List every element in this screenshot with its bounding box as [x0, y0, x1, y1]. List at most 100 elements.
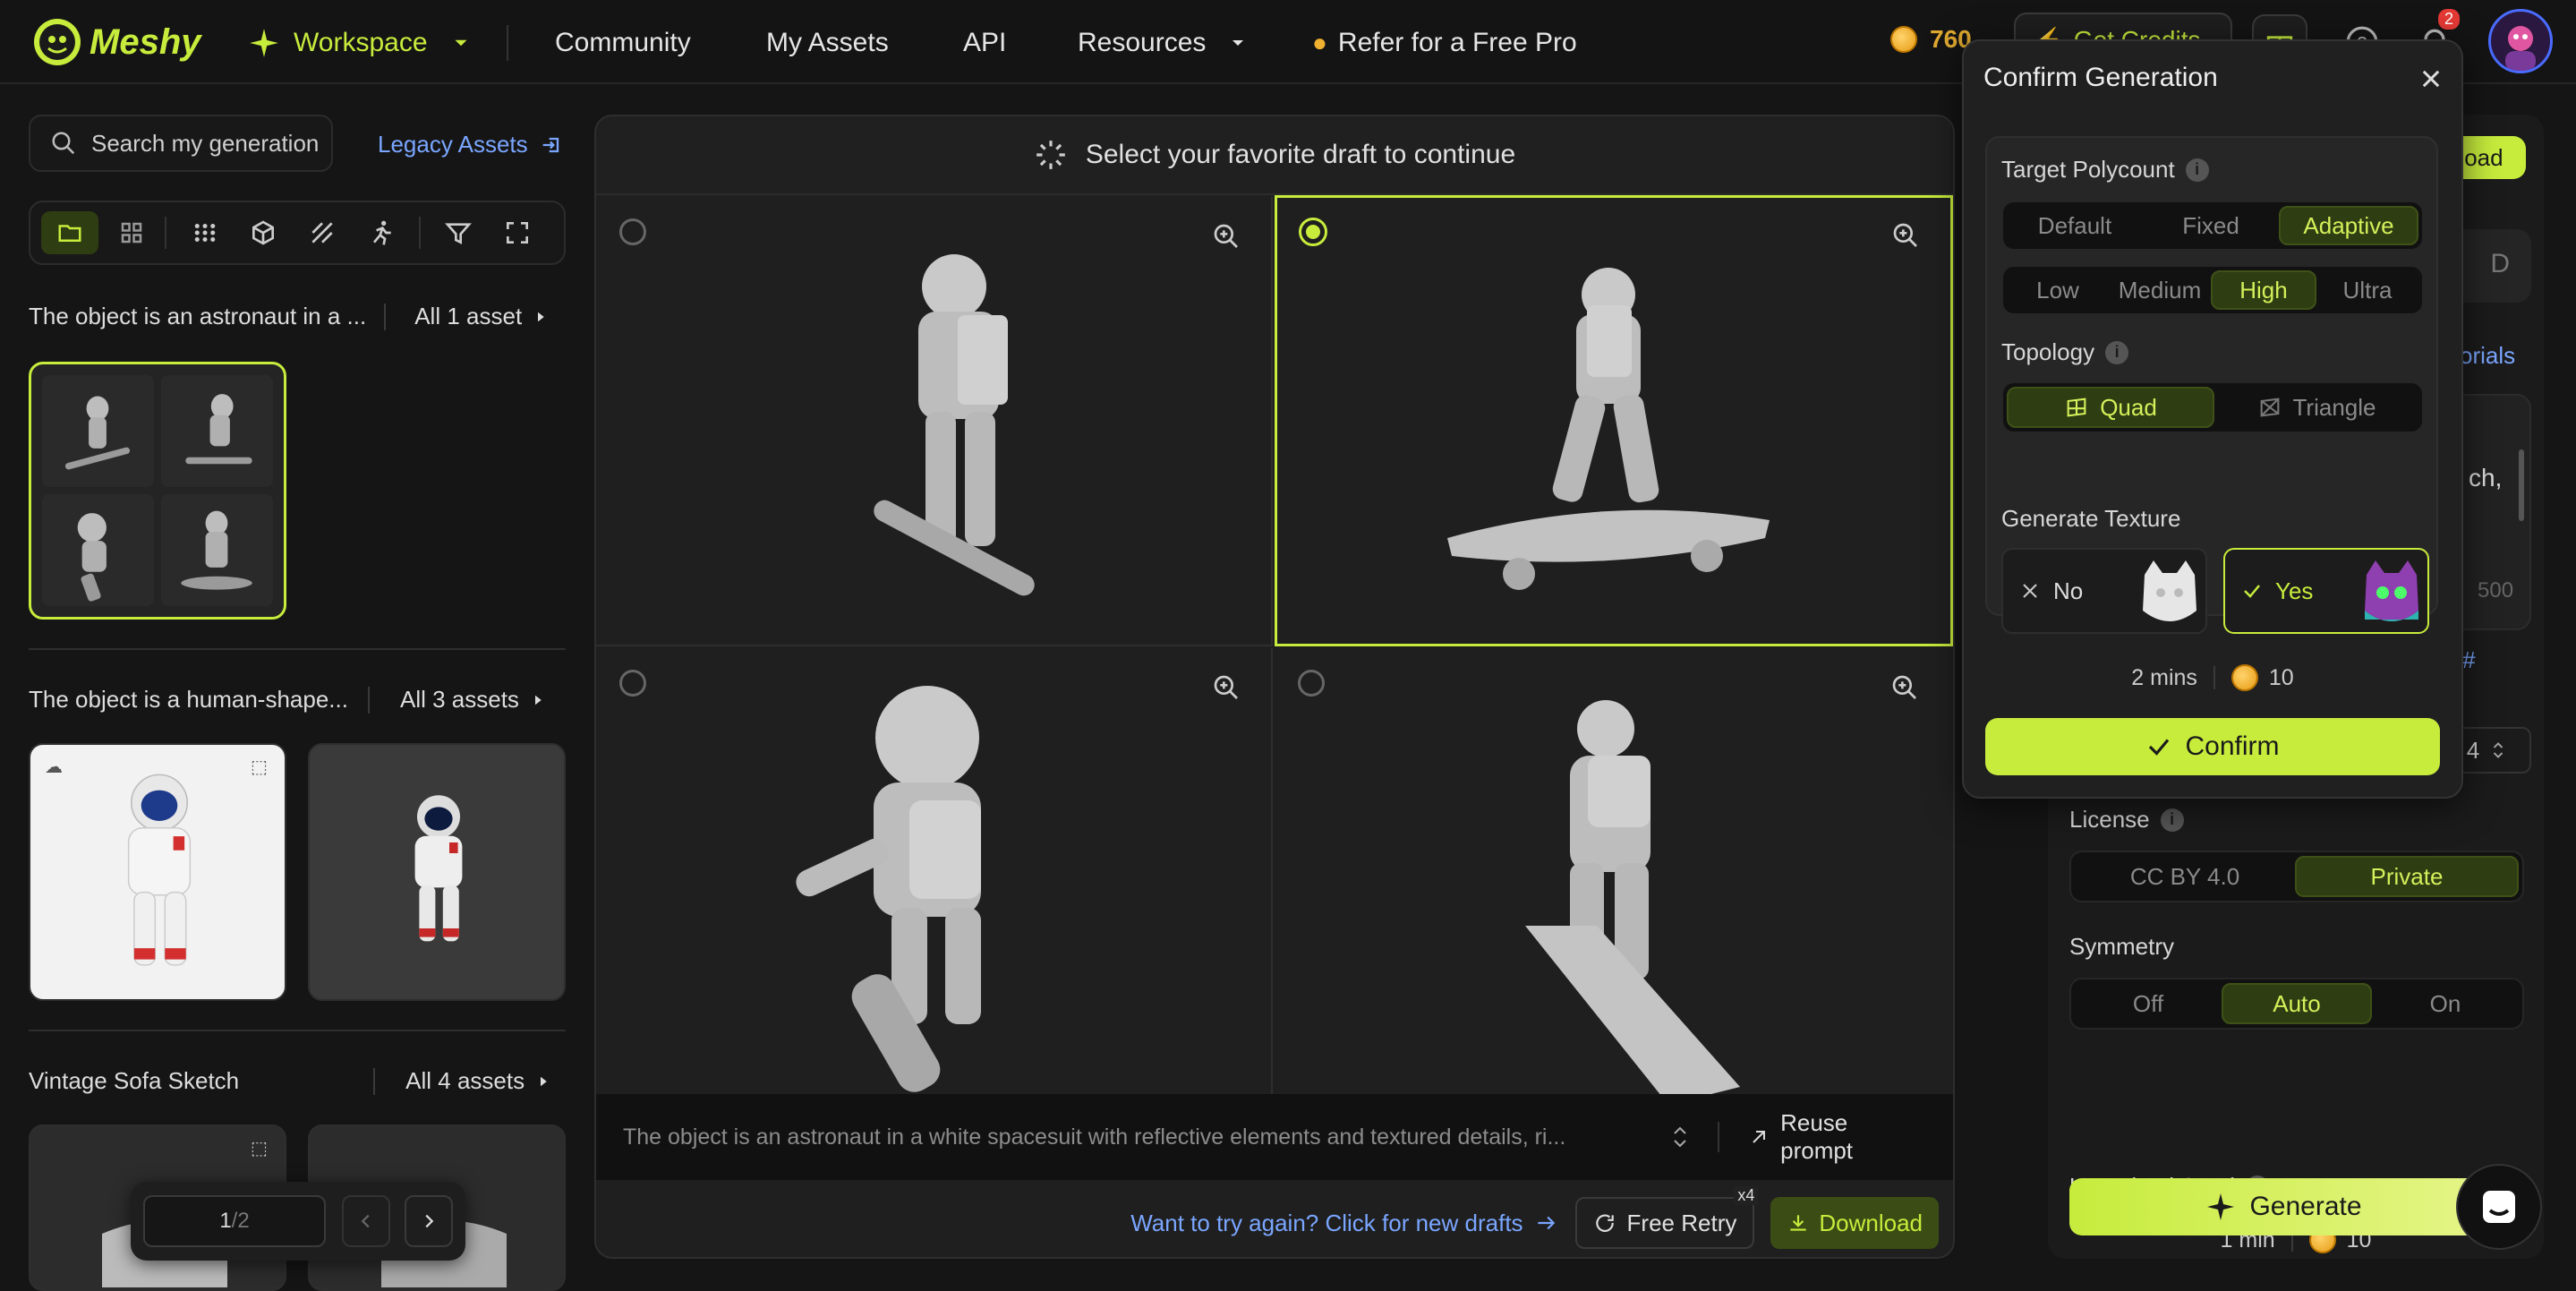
close-icon[interactable]: [2418, 66, 2444, 91]
new-drafts-link[interactable]: Want to try again? Click for new drafts: [1130, 1210, 1557, 1237]
triangle-mesh-icon: [2260, 398, 2279, 417]
legacy-assets-link[interactable]: Legacy Assets: [378, 131, 564, 158]
topology-triangle-option[interactable]: Triangle: [2214, 387, 2418, 428]
group-title: Vintage Sofa Sketch: [29, 1067, 240, 1094]
poly-mode-default[interactable]: Default: [2007, 206, 2143, 245]
draft-header-text: Select your favorite draft to continue: [1085, 140, 1516, 169]
workspace-menu[interactable]: Workspace: [247, 20, 473, 66]
generate-button[interactable]: Generate: [2069, 1178, 2497, 1235]
grid-view-icon[interactable]: [118, 219, 145, 246]
next-page-button[interactable]: [405, 1195, 453, 1247]
group-separator: [29, 1030, 566, 1031]
avatar[interactable]: [2488, 9, 2553, 73]
draft-radio-selected[interactable]: [1299, 218, 1327, 246]
zoom-in-icon[interactable]: [1212, 222, 1241, 251]
symmetry-label: Symmetry: [2069, 933, 2174, 960]
prev-page-button[interactable]: [342, 1195, 390, 1247]
draft-radio[interactable]: [619, 670, 646, 697]
cube-icon[interactable]: [249, 218, 277, 247]
thumb-astronaut-3: [42, 494, 154, 606]
draft-cell-4[interactable]: [1275, 648, 1953, 1105]
symmetry-option-auto[interactable]: Auto: [2222, 983, 2372, 1024]
poly-level-low[interactable]: Low: [2007, 270, 2109, 310]
nav-refer[interactable]: ● Refer for a Free Pro: [1312, 28, 1577, 58]
nav-my-assets[interactable]: My Assets: [766, 28, 889, 58]
texture-yes-option[interactable]: Yes: [2223, 548, 2429, 634]
reuse-prompt-button[interactable]: Reuse prompt: [1748, 1109, 1926, 1165]
license-option-private[interactable]: Private: [2295, 856, 2519, 897]
symmetry-option-off[interactable]: Off: [2075, 983, 2222, 1024]
page-input[interactable]: 1 /2: [143, 1195, 326, 1247]
draft-cell-2-selected[interactable]: [1275, 195, 1953, 646]
poly-level-high[interactable]: High: [2211, 270, 2316, 310]
group-title: The object is an astronaut in a ...: [29, 303, 367, 329]
search-input[interactable]: Search my generation: [91, 130, 319, 158]
free-retry-button[interactable]: Free Retry x4: [1574, 1186, 1759, 1249]
topology-quad-option[interactable]: Quad: [2007, 387, 2214, 428]
asset-card-selected[interactable]: [29, 362, 286, 620]
expand-vertical-icon[interactable]: [1669, 1124, 1691, 1150]
draft-cell-1[interactable]: [596, 197, 1273, 646]
dots-grid-icon[interactable]: [192, 219, 218, 246]
new-drafts-text: Want to try again? Click for new drafts: [1130, 1209, 1523, 1236]
untextured-cat-preview: [2143, 560, 2196, 621]
symmetry-option-on[interactable]: On: [2372, 983, 2519, 1024]
draft-radio[interactable]: [1298, 670, 1325, 697]
folder-view-button[interactable]: [41, 211, 98, 254]
modal-title: Confirm Generation: [1983, 63, 2218, 92]
topology-label-row: Topology i: [2001, 338, 2129, 366]
workspace-label: Workspace: [294, 28, 428, 57]
group-separator: [29, 648, 566, 650]
quad-mesh-icon: [2067, 398, 2086, 417]
texture-no-option[interactable]: No: [2001, 548, 2207, 634]
topology-quad-label: Quad: [2100, 393, 2157, 421]
prompt-text[interactable]: The object is an astronaut in a white sp…: [623, 1124, 1641, 1150]
chat-support-button[interactable]: [2456, 1164, 2542, 1250]
logo[interactable]: Meshy: [32, 14, 201, 70]
poly-level-ultra[interactable]: Ultra: [2316, 270, 2418, 310]
scrollbar[interactable]: [2519, 449, 2524, 521]
astronaut-model-image: [414, 795, 463, 942]
draft-radio[interactable]: [619, 218, 646, 245]
expand-icon[interactable]: [503, 218, 532, 247]
confirm-generation-modal: Confirm Generation Target Polycount i De…: [1962, 39, 2463, 799]
reuse-prompt-label: Reuse prompt: [1780, 1109, 1854, 1164]
credit-balance[interactable]: 760: [1890, 25, 1972, 54]
arrow-right-icon: [1537, 1216, 1555, 1230]
info-icon: i: [2160, 808, 2184, 832]
draft-cell-3[interactable]: [596, 648, 1273, 1103]
poly-mode-fixed[interactable]: Fixed: [2143, 206, 2279, 245]
running-figure-icon[interactable]: [367, 218, 396, 247]
polycount-label-row: Target Polycount i: [2001, 156, 2209, 184]
search-box[interactable]: Search my generation: [29, 115, 333, 172]
caret-right-icon: [538, 312, 544, 321]
astronaut-model-image: [127, 774, 192, 966]
topology-toggle: Quad Triangle: [2001, 381, 2424, 433]
group-count-link[interactable]: All 3 assets: [400, 686, 519, 714]
generate-label: Generate: [2249, 1192, 2362, 1221]
download-button[interactable]: Download: [1770, 1197, 1939, 1249]
filter-icon[interactable]: [444, 218, 473, 247]
zoom-in-icon[interactable]: [1890, 673, 1919, 702]
poly-level-medium[interactable]: Medium: [2109, 270, 2211, 310]
group-title: The object is a human-shape...: [29, 686, 348, 713]
group-count-link[interactable]: All 1 asset: [414, 303, 522, 330]
nav-community[interactable]: Community: [555, 28, 691, 58]
confirm-button[interactable]: Confirm: [1985, 718, 2440, 775]
cloud-icon: ☁: [45, 757, 63, 777]
asset-card[interactable]: [308, 743, 566, 1001]
draft-selector-panel: Select your favorite draft to continue T…: [594, 115, 1955, 1259]
nav-api[interactable]: API: [963, 28, 1006, 58]
zoom-in-icon[interactable]: [1212, 673, 1241, 702]
nav-resources[interactable]: Resources: [1078, 28, 1249, 58]
zoom-in-icon[interactable]: [1891, 221, 1920, 250]
license-option-cc[interactable]: CC BY 4.0: [2075, 856, 2295, 897]
astronaut-draft-model: [874, 254, 1035, 596]
asset-card[interactable]: ☁ ⬚: [29, 743, 286, 1001]
group-count-link[interactable]: All 4 assets: [405, 1067, 525, 1095]
tutorials-link[interactable]: orials: [2460, 342, 2515, 370]
confirm-label: Confirm: [2185, 731, 2280, 761]
poly-mode-adaptive[interactable]: Adaptive: [2279, 206, 2418, 245]
nav-divider: [507, 25, 508, 61]
texture-icon[interactable]: [308, 218, 337, 247]
